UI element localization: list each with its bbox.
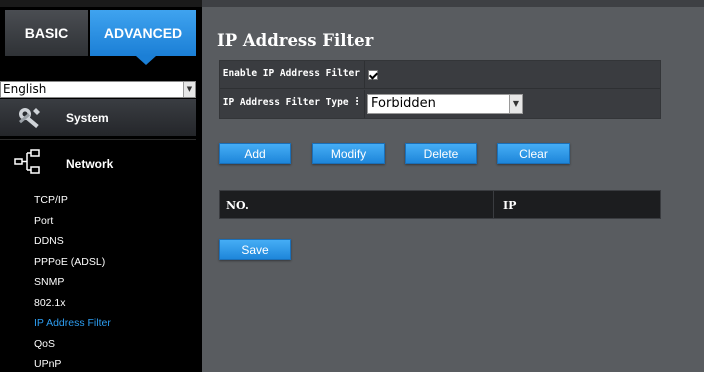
filter-type-row: IP Address Filter Type : Forbidden ▼ (220, 90, 660, 118)
column-divider (493, 191, 494, 218)
chevron-down-icon[interactable]: ▼ (509, 95, 522, 113)
chevron-down-icon[interactable]: ▼ (183, 82, 195, 97)
filter-type-value: Forbidden (371, 96, 436, 111)
save-button[interactable]: Save (219, 239, 291, 260)
sidebar: BASIC ADVANCED English ▼ System Network … (0, 0, 202, 372)
filter-settings-form: Enable IP Address Filter : IP Address Fi… (219, 60, 661, 119)
clear-button[interactable]: Clear (497, 143, 570, 164)
sidebar-item-network[interactable]: Network (0, 139, 196, 186)
sidebar-item-label: Network (66, 157, 114, 171)
mode-tabs: BASIC ADVANCED (5, 7, 196, 65)
network-icon (14, 149, 42, 175)
language-value: English (3, 82, 47, 96)
delete-button[interactable]: Delete (405, 143, 477, 164)
network-submenu: TCP/IP Port DDNS PPPoE (ADSL) SNMP 802.1… (34, 192, 111, 372)
sidebar-item-label: System (66, 111, 109, 125)
filter-type-label: IP Address Filter Type : (220, 90, 365, 118)
sidebar-item-ddns[interactable]: DDNS (34, 233, 111, 254)
tools-icon (16, 105, 44, 131)
sidebar-item-tcpip[interactable]: TCP/IP (34, 192, 111, 213)
sidebar-item-ip-address-filter[interactable]: IP Address Filter (34, 315, 111, 336)
sidebar-top-bar (0, 0, 202, 7)
filter-type-select[interactable]: Forbidden ▼ (367, 94, 523, 114)
ip-table-header: NO. IP (219, 190, 661, 219)
tab-basic[interactable]: BASIC (5, 10, 88, 56)
tab-advanced[interactable]: ADVANCED (90, 10, 196, 65)
sidebar-item-system[interactable]: System (0, 99, 196, 136)
top-bar (202, 0, 704, 7)
column-header-no: NO. (226, 199, 249, 212)
language-select[interactable]: English ▼ (0, 81, 196, 98)
modify-button[interactable]: Modify (312, 143, 385, 164)
sidebar-item-snmp[interactable]: SNMP (34, 274, 111, 295)
page-title: IP Address Filter (217, 31, 374, 50)
add-button[interactable]: Add (219, 143, 291, 164)
sidebar-item-8021x[interactable]: 802.1x (34, 295, 111, 316)
sidebar-item-port[interactable]: Port (34, 213, 111, 234)
sidebar-item-pppoe[interactable]: PPPoE (ADSL) (34, 254, 111, 275)
enable-filter-checkbox[interactable] (368, 70, 378, 80)
column-header-ip: IP (503, 199, 517, 212)
main-content: IP Address Filter Enable IP Address Filt… (202, 0, 704, 372)
sidebar-item-qos[interactable]: QoS (34, 336, 111, 357)
sidebar-item-upnp[interactable]: UPnP (34, 356, 111, 372)
enable-filter-row: Enable IP Address Filter : (220, 61, 660, 105)
enable-filter-label: Enable IP Address Filter : (220, 61, 365, 105)
